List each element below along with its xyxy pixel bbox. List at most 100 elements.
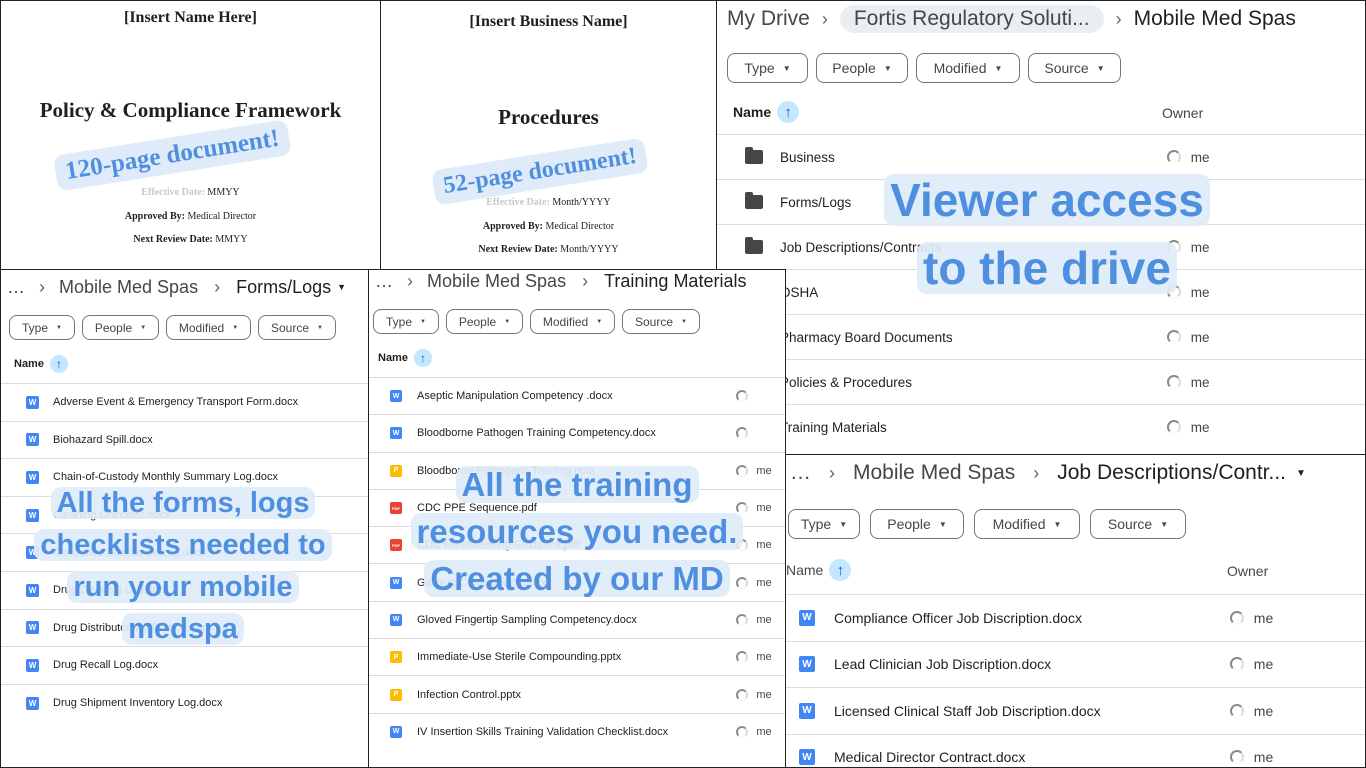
item-name: Business [780,149,835,165]
arrow-up-icon[interactable]: ↑ [777,101,800,123]
arrow-up-icon[interactable]: ↑ [413,349,432,367]
file-row[interactable]: W Adverse Event & Emergency Transport For… [1,383,368,421]
item-name: Training Materials [780,419,887,435]
document-title: Policy & Compliance Framework [39,98,342,122]
word-doc-icon: W [26,696,39,710]
file-row[interactable]: W Aseptic Manipulation Competency .docx [369,377,785,414]
document-next-review: Next Review Date: MMYY [1,234,380,245]
file-row[interactable]: W Medical Director Contract.docx me [786,733,1365,768]
people-filter-chip[interactable]: People ▼ [816,53,908,83]
breadcrumb-mobile-med-spas[interactable]: Mobile Med Spas [427,271,566,292]
dropdown-caret-icon: ▼ [1096,63,1105,73]
chip-label: Source [635,314,674,329]
owner-name: me [1253,749,1274,766]
name-column-header[interactable]: Name ↑ [378,349,432,367]
file-row[interactable]: W Bloodborne Pathogen Training Competency… [369,414,785,451]
type-filter-chip[interactable]: Type ▼ [727,53,808,83]
breadcrumb-more[interactable]: … [375,271,393,292]
breadcrumb-current-folder[interactable]: Training Materials [604,271,746,292]
dropdown-caret-icon: ▼ [839,519,848,529]
folder-row[interactable]: Pharmacy Board Documents me [717,314,1365,359]
chip-label: People [458,314,497,329]
file-row[interactable]: W Drug Recall Log.docx [1,646,368,684]
modified-filter-chip[interactable]: Modified ▼ [530,309,615,334]
file-row[interactable]: W Gloved Fingertip Sampling Competency.do… [369,600,785,638]
file-row[interactable]: W Lead Clinician Job Discription.docx me [786,640,1365,688]
item-name: Pharmacy Board Documents [780,329,953,345]
chevron-right-icon: › [214,276,221,297]
word-doc-icon: W [26,658,39,672]
source-filter-chip[interactable]: Source ▼ [1090,509,1186,539]
name-column-header[interactable]: Name ↑ [14,355,68,373]
avatar-icon [1230,703,1244,718]
arrow-up-icon[interactable]: ↑ [49,355,68,373]
owner-cell: me [736,613,772,626]
breadcrumb-current-folder[interactable]: Mobile Med Spas [1134,7,1296,31]
file-row[interactable]: W Compliance Officer Job Discription.docx… [786,594,1365,641]
breadcrumb-fortis[interactable]: Fortis Regulatory Soluti... [839,5,1104,33]
file-row[interactable]: W IV Insertion Skills Training Validation… [369,712,785,750]
folder-row[interactable]: Policies & Procedures me [717,359,1365,404]
pdf-icon: PDF [390,539,402,552]
folder-icon [745,237,763,254]
word-doc-icon: W [26,433,39,447]
owner-column-header: Owner [1162,105,1204,121]
item-name: Lead Clinician Job Discription.docx [834,656,1052,673]
name-column-header[interactable]: Name ↑ [733,101,800,123]
type-filter-chip[interactable]: Type ▼ [373,309,439,334]
modified-filter-chip[interactable]: Modified ▼ [166,315,251,340]
owner-name: me [756,539,772,552]
forms-logs-folder-view: … › Mobile Med Spas › Forms/Logs ▼ Type ▼… [0,269,369,768]
my-drive-folder-view: My Drive › Fortis Regulatory Soluti... ›… [716,0,1366,455]
owner-cell: me [1230,703,1273,719]
dropdown-caret-icon: ▼ [504,318,511,325]
people-filter-chip[interactable]: People ▼ [82,315,159,340]
filter-chips: Type ▼ People ▼ Modified ▼ Source ▼ [727,53,1121,83]
filter-chips: Type ▼ People ▼ Modified ▼ Source ▼ [788,509,1186,539]
dropdown-caret-icon[interactable]: ▼ [337,282,346,292]
folder-row[interactable]: Training Materials me [717,404,1365,449]
breadcrumb-mobile-med-spas[interactable]: Mobile Med Spas [853,461,1015,485]
breadcrumb-current-folder[interactable]: Forms/Logs [236,277,331,298]
source-filter-chip[interactable]: Source ▼ [1028,53,1121,83]
people-filter-chip[interactable]: People ▼ [446,309,523,334]
training-materials-folder-view: … › Mobile Med Spas › Training Materials… [368,269,786,768]
chip-label: Modified [178,320,225,335]
chip-label: Modified [992,516,1046,532]
type-filter-chip[interactable]: Type ▼ [788,509,860,539]
breadcrumb-more[interactable]: … [7,277,25,298]
source-filter-chip[interactable]: Source ▼ [258,315,336,340]
arrow-up-icon[interactable]: ↑ [829,559,852,581]
breadcrumb-mobile-med-spas[interactable]: Mobile Med Spas [59,277,198,298]
breadcrumb-more[interactable]: … [790,461,811,485]
dropdown-caret-icon: ▼ [232,324,239,331]
owner-name: me [756,464,772,477]
breadcrumb-current-folder[interactable]: Job Descriptions/Contr... [1057,461,1286,485]
source-filter-chip[interactable]: Source ▼ [622,309,700,334]
file-row[interactable]: W Biohazard Spill.docx [1,420,368,459]
word-doc-icon: W [26,395,39,409]
owner-cell: me [1167,375,1210,390]
chip-label: People [832,60,876,76]
file-row[interactable]: P Infection Control.pptx me [369,675,785,712]
owner-name: me [756,725,772,738]
next-review-value: Month/YYYY [560,244,619,255]
dropdown-caret-icon[interactable]: ▼ [1296,468,1306,479]
chevron-right-icon: › [829,462,835,483]
file-row[interactable]: W Drug Shipment Inventory Log.docx [1,683,368,722]
file-row[interactable]: P Immediate-Use Sterile Compounding.pptx m… [369,638,785,675]
people-filter-chip[interactable]: People ▼ [870,509,964,539]
effective-date-value: MMYY [207,187,240,198]
dropdown-caret-icon: ▼ [938,519,947,529]
modified-filter-chip[interactable]: Modified ▼ [916,53,1020,83]
document-next-review: Next Review Date: Month/YYYY [381,244,716,255]
folder-icon [745,192,763,209]
viewer-access-overlay: Viewer access to the drive [867,166,1227,302]
breadcrumb-my-drive[interactable]: My Drive [727,7,810,31]
name-column-header[interactable]: Name ↑ [786,559,852,581]
modified-filter-chip[interactable]: Modified ▼ [974,509,1080,539]
file-row[interactable]: W Licensed Clinical Staff Job Discription… [786,687,1365,734]
type-filter-chip[interactable]: Type ▼ [9,315,75,340]
owner-name: me [756,688,772,701]
overlay-line: to the drive [917,242,1177,294]
